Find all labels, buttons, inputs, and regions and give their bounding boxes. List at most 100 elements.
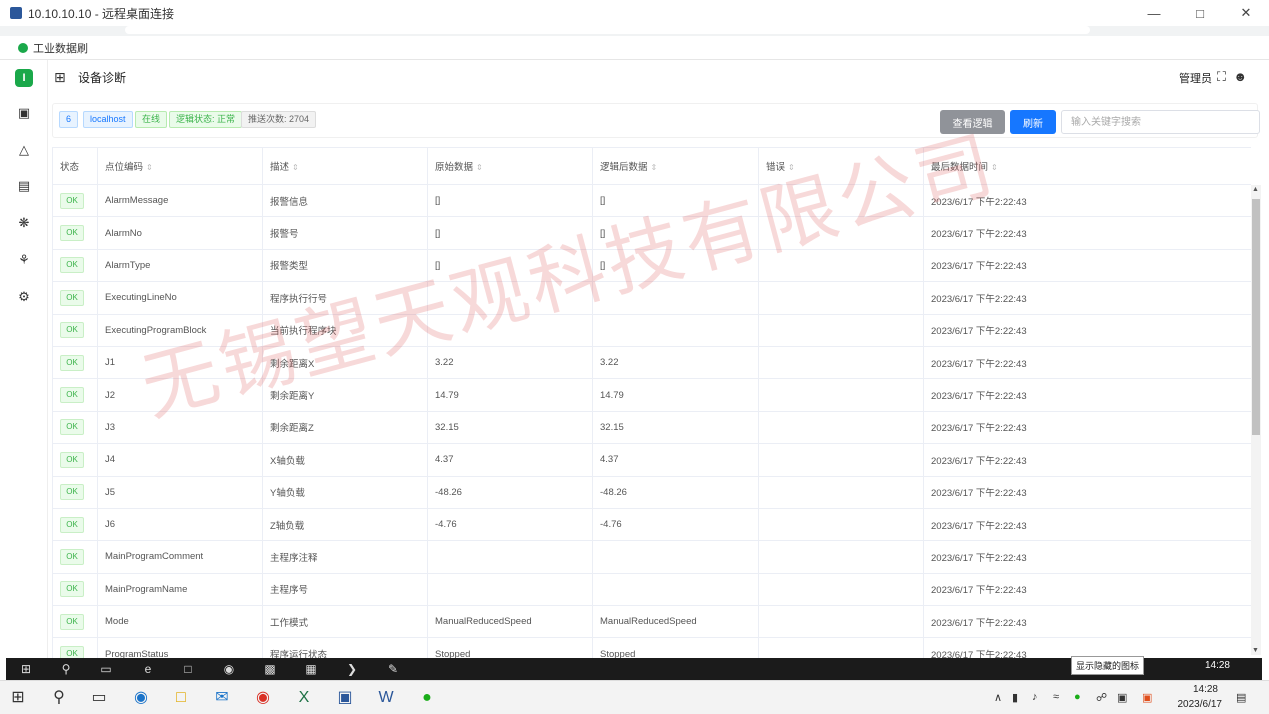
clock-date[interactable]: 2023/6/17 — [1178, 699, 1223, 710]
pen-icon[interactable]: ✎ — [385, 662, 401, 676]
sort-icon[interactable]: ⇕ — [146, 163, 153, 172]
raw-cell: [] — [427, 183, 593, 218]
table-row: OK AlarmMessage 报警信息[][] 2023/6/17 下午2:22:4… — [52, 183, 1251, 218]
status-cell: OK — [52, 475, 98, 509]
clock-time[interactable]: 14:28 — [1193, 684, 1218, 695]
error-cell — [758, 281, 924, 315]
app-logo[interactable]: I — [15, 69, 33, 87]
network-icon[interactable]: △ — [16, 142, 32, 158]
fullscreen-icon[interactable]: ⛶ — [1217, 69, 1226, 85]
edge-icon[interactable]: e — [140, 662, 156, 676]
wechat-icon[interactable]: ● — [417, 688, 437, 708]
status-badge: OK — [60, 613, 84, 630]
raw-cell: [] — [427, 248, 593, 283]
sort-icon[interactable]: ⇕ — [651, 163, 658, 172]
table-row: OK J6 Z轴负载 -4.76 -4.76 2023/6/17 下午2:22:43 — [52, 507, 1251, 542]
powershell-icon[interactable]: ❯ — [344, 662, 360, 676]
start-icon[interactable]: ⊞ — [18, 662, 34, 676]
address-bar[interactable] — [125, 26, 1090, 34]
code-cell: ProgramStatus — [97, 637, 263, 658]
edge-icon[interactable]: ◉ — [131, 688, 151, 708]
cluster-icon[interactable]: ❋ — [16, 215, 32, 231]
sort-icon[interactable]: ⇕ — [292, 163, 299, 172]
table-scrollbar[interactable]: ▲ ▼ — [1251, 185, 1261, 655]
chrome-icon[interactable]: ◉ — [221, 662, 237, 676]
wifi-icon[interactable]: ≈ — [1053, 691, 1059, 703]
wechat-tray-icon[interactable]: ● — [1074, 691, 1081, 703]
settings-icon[interactable]: ⚙ — [16, 289, 32, 305]
view-logic-button[interactable]: 查看逻辑 — [940, 110, 1005, 134]
sort-icon[interactable]: ⇕ — [476, 163, 483, 172]
status-cell: OK — [52, 540, 98, 574]
table-row: OK AlarmNo 报警号[][] 2023/6/17 下午2:22:43 — [52, 216, 1251, 250]
bookmark-item[interactable]: 工业数据刷 — [33, 40, 88, 56]
sort-icon[interactable]: ⇕ — [991, 163, 998, 172]
column-header-logic[interactable]: 逻辑后数据 ⇕ — [592, 147, 759, 185]
status-badge: OK — [60, 192, 84, 209]
notification-icon[interactable]: ▤ — [1236, 691, 1246, 704]
status-cell: OK — [52, 183, 98, 218]
minimize-button[interactable]: — — [1131, 0, 1177, 26]
chrome-icon[interactable]: ◉ — [253, 688, 273, 708]
code-cell: AlarmMessage — [97, 183, 263, 218]
time-cell: 2023/6/17 下午2:22:43 — [923, 281, 1251, 315]
logic-cell: [] — [592, 183, 759, 218]
maximize-button[interactable]: □ — [1177, 0, 1223, 26]
search-input[interactable] — [1061, 110, 1260, 134]
battery-icon[interactable]: ▮ — [1012, 691, 1018, 704]
remote-desktop-icon[interactable]: ▣ — [335, 688, 355, 708]
search-icon[interactable]: ⚲ — [49, 688, 69, 708]
start-icon[interactable]: ⊞ — [8, 688, 28, 708]
user-name[interactable]: 管理员 — [1179, 70, 1212, 86]
scroll-up-icon[interactable]: ▲ — [1252, 186, 1259, 193]
raw-cell — [427, 313, 593, 347]
desc-cell: 剩余距离Y — [262, 378, 428, 412]
user-settings-icon[interactable]: ☻ — [1233, 69, 1247, 84]
volume-icon[interactable]: ♪ — [1032, 691, 1038, 703]
search-icon[interactable]: ⚲ — [58, 662, 74, 676]
error-cell — [758, 183, 924, 218]
excel-icon[interactable]: X — [294, 688, 314, 708]
sort-icon[interactable]: ⇕ — [788, 163, 795, 172]
refresh-button[interactable]: 刷新 — [1010, 110, 1056, 134]
scroll-thumb[interactable] — [1252, 199, 1260, 435]
task-view-icon[interactable]: ▭ — [98, 662, 114, 676]
status-cell: OK — [52, 248, 98, 283]
word-icon[interactable]: W — [376, 688, 396, 708]
status-badge: OK — [60, 581, 84, 598]
monitor-icon[interactable]: ▣ — [16, 105, 32, 121]
scroll-down-icon[interactable]: ▼ — [1252, 647, 1259, 654]
time-cell: 2023/6/17 下午2:22:43 — [923, 345, 1251, 380]
close-button[interactable]: ✕ — [1223, 0, 1269, 26]
raw-cell — [427, 281, 593, 315]
window-title: 10.10.10.10 - 远程桌面连接 — [28, 6, 175, 21]
table-header-row: 状态 点位编码 ⇕ 描述 ⇕ 原始数据 ⇕ 逻辑后数据 ⇕ 错误 ⇕ 最后数据时间 ⇕ — [52, 147, 1251, 185]
menu-grid-icon[interactable]: ⊞ — [54, 70, 68, 84]
terminal-icon[interactable]: ▩ — [262, 662, 278, 676]
status-cell: OK — [52, 378, 98, 412]
status-badge: OK — [60, 646, 84, 658]
status-badge: OK — [60, 419, 84, 436]
logic-cell: 14.79 — [592, 378, 759, 412]
task-view-icon[interactable]: ▭ — [89, 688, 109, 708]
mail-icon[interactable]: ✉ — [212, 688, 232, 708]
app-tray-icon[interactable]: ▣ — [1142, 691, 1152, 704]
column-header-desc[interactable]: 描述 ⇕ — [262, 147, 428, 185]
time-cell: 2023/6/17 下午2:22:43 — [923, 507, 1251, 542]
column-header-error[interactable]: 错误 ⇕ — [758, 147, 924, 185]
desc-cell: 当前执行程序块 — [262, 313, 428, 347]
column-header-code[interactable]: 点位编码 ⇕ — [97, 147, 263, 185]
device-icon[interactable]: ⚘ — [16, 252, 32, 268]
raw-cell: 3.22 — [427, 345, 593, 380]
column-header-time[interactable]: 最后数据时间 ⇕ — [923, 147, 1251, 185]
server-icon[interactable]: ▤ — [16, 178, 32, 194]
desc-cell: 报警号 — [262, 216, 428, 250]
app-icon[interactable]: ▦ — [303, 662, 319, 676]
folder-icon[interactable]: □ — [180, 662, 196, 676]
network-tray-icon[interactable]: ☍ — [1096, 691, 1107, 704]
ime-icon[interactable]: ▣ — [1117, 691, 1127, 704]
folder-icon[interactable]: □ — [171, 688, 191, 708]
time-cell: 2023/6/17 下午2:22:43 — [923, 410, 1251, 445]
column-header-raw[interactable]: 原始数据 ⇕ — [427, 147, 593, 185]
show-hidden-icons[interactable]: ∧ — [994, 691, 1002, 704]
